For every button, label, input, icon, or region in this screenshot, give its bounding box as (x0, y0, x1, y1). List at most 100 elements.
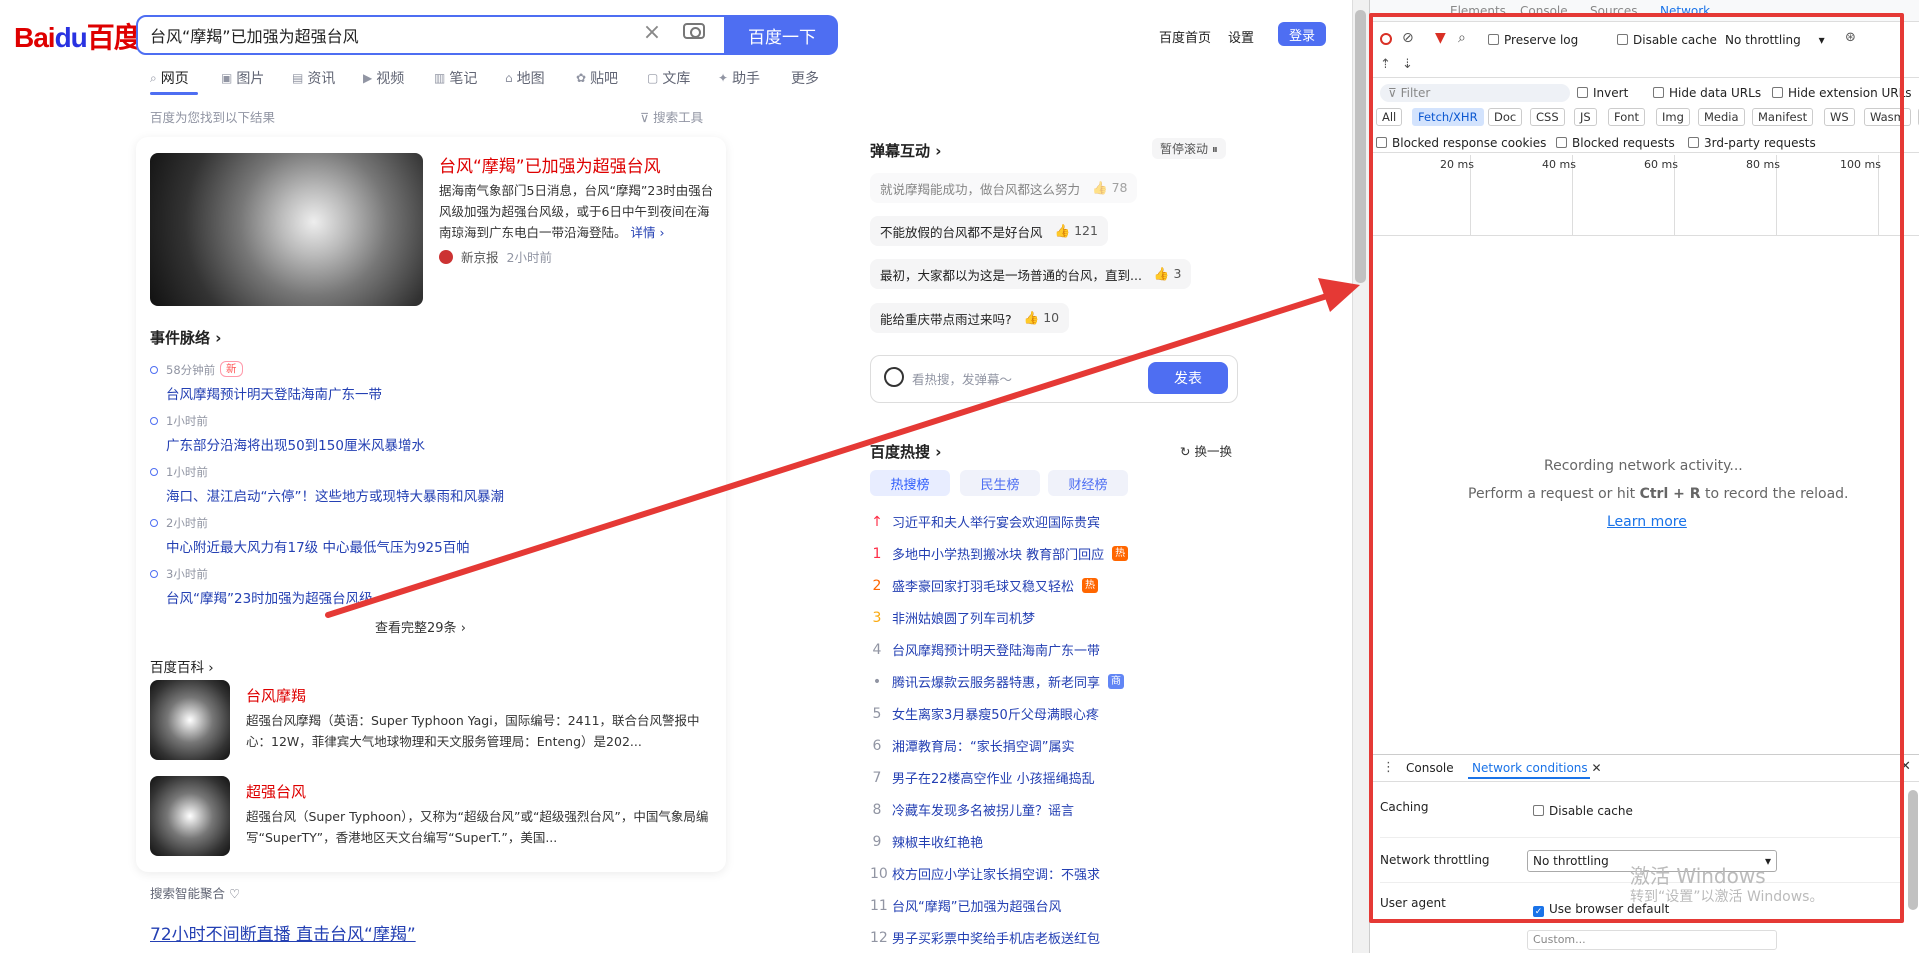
search-input[interactable] (150, 24, 630, 46)
timeline-title[interactable]: 事件脉络 › (150, 327, 221, 348)
card-source: 新京报 2小时前 (439, 247, 552, 266)
hot-list-item[interactable]: 2 盛李豪回家打羽毛球又稳又轻松热 (870, 576, 1099, 595)
hot-tab-livelihood[interactable]: 民生榜 (960, 470, 1040, 496)
tab-map[interactable]: ⌂ 地图 (505, 68, 545, 88)
like-icon[interactable]: 👍 3 (1154, 266, 1182, 282)
hot-text: 非洲姑娘圆了列车司机梦 (892, 612, 1036, 627)
hot-list-item[interactable]: 3 非洲姑娘圆了列车司机梦 (870, 608, 1036, 628)
windows-watermark: 激活 Windows (1630, 864, 1766, 888)
hot-text: 台风摩羯预计明天登陆海南广东一带 (892, 644, 1101, 659)
source-logo-icon (439, 249, 453, 264)
detail-link[interactable]: 详情 (631, 225, 656, 240)
hot-list-item[interactable]: 5 女生离家3月暴瘦50斤父母满眼心疼 (870, 704, 1099, 724)
search-box[interactable] (136, 15, 726, 55)
tab-news[interactable]: ▤ 资讯 (292, 68, 335, 88)
refresh-button[interactable]: ↻ 换一换 (1180, 441, 1232, 460)
hot-list-item[interactable]: 4 台风摩羯预计明天登陆海南广东一带 (870, 640, 1101, 660)
tab-wenku[interactable]: ▢ 文库 (647, 68, 690, 88)
hot-rank: 12 (870, 929, 888, 946)
hot-text: 女生离家3月暴瘦50斤父母满眼心疼 (892, 708, 1099, 723)
news-icon: ▤ (292, 71, 304, 85)
timeline-item[interactable]: 中心附近最大风力有17级 中心最低气压为925百帕 (166, 536, 470, 556)
baike-item-title[interactable]: 台风摩羯 (246, 685, 306, 706)
image-icon: ▣ (221, 71, 233, 85)
like-icon[interactable]: 👍 78 (1092, 180, 1127, 196)
timeline-dot (150, 417, 158, 425)
view-all-button[interactable]: 查看完整29条 › (375, 617, 466, 636)
tab-web[interactable]: ⌕ 网页 (150, 68, 189, 88)
danmu-item[interactable]: 能给重庆带点雨过来吗? 👍 10 (870, 303, 1070, 333)
like-icon[interactable]: 👍 121 (1055, 223, 1098, 239)
drawer-scrollbar-thumb[interactable] (1908, 790, 1918, 910)
hot-search-title[interactable]: 百度热搜 › (870, 441, 941, 462)
timeline-time: 3小时前 (166, 567, 208, 581)
danmu-title[interactable]: 弹幕互动 › (870, 140, 941, 161)
hot-list-item[interactable]: 6 湘潭教育局：“家长捐空调”属实 (870, 736, 1075, 756)
timeline-item[interactable]: 台风摩羯预计明天登陆海南广东一带 (166, 383, 382, 403)
baike-image[interactable] (150, 776, 230, 856)
hot-text: 多地中小学热到搬冰块 教育部门回应 (892, 548, 1105, 563)
tab-images[interactable]: ▣ 图片 (221, 68, 264, 88)
camera-icon[interactable] (683, 23, 705, 39)
search-button[interactable]: 百度一下 (726, 15, 838, 55)
timeline-time: 1小时前 (166, 414, 208, 428)
hot-rank: 3 (872, 609, 882, 626)
hot-list-item[interactable]: ↑ 习近平和夫人举行宴会欢迎国际贵宾 (870, 512, 1100, 532)
smart-aggregation-label: 搜索智能聚合 ♡ (150, 886, 241, 901)
danmu-item[interactable]: 不能放假的台风都不是好台风 👍 121 (870, 216, 1108, 246)
baike-title[interactable]: 百度百科 › (150, 656, 214, 676)
hot-tab-hot[interactable]: 热搜榜 (870, 470, 950, 496)
page-scrollbar-thumb[interactable] (1355, 10, 1366, 283)
hot-text: 盛李豪回家打羽毛球又稳又轻松 (892, 580, 1075, 595)
danmu-placeholder: 看热搜，发弹幕～ (912, 372, 1013, 387)
tab-video[interactable]: ▶ 视频 (363, 68, 404, 88)
baidu-logo[interactable]: Baidu百度 (14, 16, 142, 56)
hot-text: 男子在22楼高空作业 小孩摇绳捣乱 (892, 772, 1095, 787)
hot-rank: 9 (872, 833, 882, 850)
timeline-item[interactable]: 台风“摩羯”23时加强为超强台风级 (166, 587, 373, 607)
hot-list-item[interactable]: • 腾讯云爆款云服务器特惠，新老同享商 (870, 672, 1125, 691)
hot-list-item[interactable]: 9 辣椒丰收红艳艳 (870, 832, 983, 852)
danmu-item[interactable]: 最初，大家都以为这是一场普通的台风，直到... 👍 3 (870, 259, 1192, 289)
refresh-icon: ↻ (1180, 444, 1195, 459)
new-badge: 新 (220, 361, 243, 377)
tab-tieba[interactable]: ✿ 贴吧 (576, 68, 618, 88)
tab-more[interactable]: 更多 (791, 68, 819, 88)
hot-tab-finance[interactable]: 财经榜 (1048, 470, 1128, 496)
hot-list-item[interactable]: 1 多地中小学热到搬冰块 教育部门回应热 (870, 544, 1129, 563)
search-tools-button[interactable]: ⊽ 搜索工具 (640, 107, 703, 126)
danmu-send-button[interactable]: 发表 (1148, 362, 1228, 394)
timeline-item[interactable]: 海口、湛江启动“六停”！这些地方或现特大暴雨和风暴潮 (166, 485, 504, 505)
home-link[interactable]: 百度首页 (1159, 27, 1211, 46)
hot-list-item[interactable]: 11 台风“摩羯”已加强为超强台风 (870, 896, 1062, 916)
clear-icon[interactable]: × (640, 20, 664, 45)
windows-watermark-sub: 转到“设置”以激活 Windows。 (1630, 889, 1824, 905)
hot-badge: 热 (1112, 546, 1129, 561)
hot-list-item[interactable]: 8 冷藏车发现多名被拐儿童？谣言 (870, 800, 1075, 820)
timeline-dot (150, 468, 158, 476)
pause-scroll-button[interactable]: 暂停滚动 ⏸ (1152, 138, 1226, 159)
danmu-item[interactable]: 就说摩羯能成功，做台风都这么努力 👍 78 (870, 173, 1138, 203)
like-icon[interactable]: 👍 10 (1024, 310, 1059, 326)
settings-link[interactable]: 设置 (1228, 27, 1254, 46)
typhoon-satellite-image[interactable] (150, 153, 423, 306)
doc-icon: ▢ (647, 71, 659, 85)
emoji-icon[interactable] (884, 367, 904, 387)
live-result-title[interactable]: 72小时不间断直播 直击台风“摩羯” (150, 920, 416, 945)
timeline-item[interactable]: 广东部分沿海将出现50到150厘米风暴增水 (166, 434, 425, 454)
tieba-icon: ✿ (576, 71, 587, 85)
hot-list-item[interactable]: 10 校方回应小学让家长捐空调：不强求 (870, 864, 1100, 884)
hot-text: 台风“摩羯”已加强为超强台风 (892, 900, 1062, 915)
tab-notes[interactable]: ▥ 笔记 (434, 68, 477, 88)
info-icon: ♡ (229, 886, 241, 901)
hot-rank: 7 (872, 769, 882, 786)
baike-item-title[interactable]: 超强台风 (246, 781, 306, 802)
hot-list-item[interactable]: 7 男子在22楼高空作业 小孩摇绳捣乱 (870, 768, 1095, 788)
hot-list-item[interactable]: 12 男子买彩票中奖给手机店老板送红包 (870, 928, 1100, 948)
custom-user-agent-select[interactable]: Custom... (1527, 930, 1777, 950)
tab-assistant[interactable]: ✦ 助手 (718, 68, 760, 88)
hot-text: 冷藏车发现多名被拐儿童？谣言 (892, 804, 1075, 819)
login-button[interactable]: 登录 (1278, 22, 1326, 46)
card-title[interactable]: 台风“摩羯”已加强为超强台风 (439, 152, 661, 177)
baike-image[interactable] (150, 680, 230, 760)
